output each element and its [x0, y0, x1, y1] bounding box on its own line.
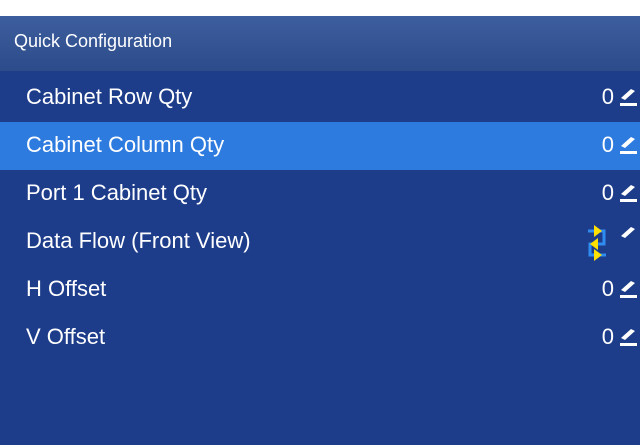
row-label: Data Flow (Front View) — [26, 228, 251, 253]
edit-icon[interactable] — [618, 134, 638, 156]
edit-icon[interactable] — [618, 326, 638, 348]
row-label: V Offset — [26, 324, 106, 349]
row-label: Port 1 Cabinet Qty — [26, 180, 207, 205]
edit-icon[interactable] — [618, 278, 638, 300]
row-label: Cabinet Column Qty — [26, 132, 225, 157]
row-cabinet-row-qty[interactable]: Cabinet Row Qty 0 — [0, 74, 640, 122]
edit-icon[interactable] — [618, 224, 638, 246]
edit-icon[interactable] — [618, 182, 638, 204]
row-value: 0 — [601, 276, 614, 301]
cropped-caption-strip — [0, 0, 640, 16]
row-label: H Offset — [26, 276, 107, 301]
panel-title: Quick Configuration — [14, 31, 173, 51]
row-port-1-cabinet-qty[interactable]: Port 1 Cabinet Qty 0 — [0, 170, 640, 218]
row-value: 0 — [601, 324, 614, 349]
quick-configuration-panel: Quick Configuration Cabinet Row Qty 0 Ca… — [0, 16, 640, 445]
data-flow-icon[interactable] — [584, 222, 610, 262]
row-label: Cabinet Row Qty — [26, 84, 193, 109]
row-cabinet-column-qty[interactable]: Cabinet Column Qty 0 — [0, 122, 640, 170]
row-h-offset[interactable]: H Offset 0 — [0, 266, 640, 314]
panel-header: Quick Configuration — [0, 16, 640, 71]
row-data-flow-front-view[interactable]: Data Flow (Front View) — [0, 218, 640, 266]
row-value: 0 — [601, 84, 614, 109]
row-value: 0 — [601, 132, 614, 157]
row-v-offset[interactable]: V Offset 0 — [0, 314, 640, 362]
edit-icon[interactable] — [618, 86, 638, 108]
screenshot: Quick Configuration Cabinet Row Qty 0 Ca… — [0, 0, 640, 445]
row-value: 0 — [601, 180, 614, 205]
